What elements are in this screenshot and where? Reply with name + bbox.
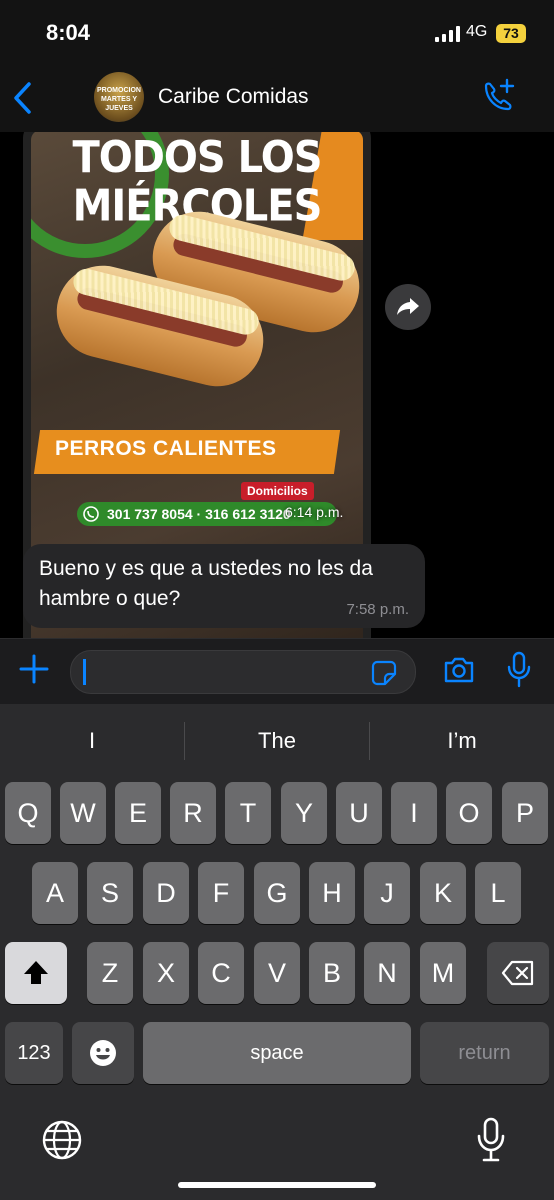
key-h[interactable]: H (309, 862, 355, 924)
message-time: 7:58 p.m. (346, 601, 409, 618)
key-m[interactable]: M (420, 942, 466, 1004)
key-v[interactable]: V (254, 942, 300, 1004)
emoji-icon (90, 1040, 116, 1066)
chat-header: PROMOCION MARTES Y JUEVES Caribe Comidas (0, 64, 554, 133)
network-type: 4G (466, 23, 488, 40)
microphone-icon[interactable] (506, 651, 532, 689)
key-p[interactable]: P (502, 782, 548, 844)
globe-icon[interactable] (40, 1118, 84, 1162)
message-input-bar (0, 638, 554, 705)
image-message-time: 6:14 p.m. (285, 504, 344, 520)
key-l[interactable]: L (475, 862, 521, 924)
message-input[interactable] (70, 650, 416, 694)
plus-icon[interactable] (18, 653, 50, 685)
incoming-text-message[interactable]: Bueno y es que a ustedes no les da hambr… (23, 544, 425, 628)
prediction-1[interactable]: I (0, 704, 184, 778)
shift-key[interactable] (5, 942, 67, 1004)
return-key[interactable]: return (420, 1022, 549, 1084)
delivery-badge: Domicilios (241, 482, 314, 500)
key-b[interactable]: B (309, 942, 355, 1004)
add-call-icon[interactable] (480, 78, 518, 116)
camera-icon[interactable] (442, 653, 476, 687)
key-y[interactable]: Y (281, 782, 327, 844)
key-z[interactable]: Z (87, 942, 133, 1004)
keyboard: I The I’m Q W E R T Y U I O P A S D F G … (0, 704, 554, 1200)
contact-avatar[interactable]: PROMOCION MARTES Y JUEVES (94, 72, 144, 122)
signal-icon (435, 26, 460, 42)
key-t[interactable]: T (225, 782, 271, 844)
chat-area[interactable]: TODOS LOS MIÉRCOLES PERROS CALIENTES Dom… (0, 132, 554, 638)
key-r[interactable]: R (170, 782, 216, 844)
forward-button[interactable] (385, 284, 431, 330)
key-n[interactable]: N (364, 942, 410, 1004)
whatsapp-icon (83, 506, 99, 522)
prediction-3[interactable]: I’m (370, 704, 554, 778)
key-i[interactable]: I (391, 782, 437, 844)
key-s[interactable]: S (87, 862, 133, 924)
key-w[interactable]: W (60, 782, 106, 844)
key-f[interactable]: F (198, 862, 244, 924)
key-a[interactable]: A (32, 862, 78, 924)
numbers-key[interactable]: 123 (5, 1022, 63, 1084)
key-e[interactable]: E (115, 782, 161, 844)
chat-title[interactable]: Caribe Comidas (158, 85, 309, 109)
key-g[interactable]: G (254, 862, 300, 924)
key-o[interactable]: O (446, 782, 492, 844)
flyer-banner-text: PERROS CALIENTES (55, 437, 277, 460)
emoji-key[interactable] (72, 1022, 134, 1084)
sticker-icon[interactable] (371, 660, 397, 686)
back-chevron-icon[interactable] (8, 80, 38, 116)
backspace-key[interactable] (487, 942, 549, 1004)
status-time: 8:04 (46, 20, 91, 45)
dictation-microphone-icon[interactable] (476, 1116, 506, 1164)
home-indicator (178, 1182, 376, 1188)
key-d[interactable]: D (143, 862, 189, 924)
avatar-logo-text: PROMOCION MARTES Y JUEVES (97, 87, 141, 112)
battery-indicator: 73 (496, 24, 526, 43)
text-cursor (83, 659, 86, 685)
key-x[interactable]: X (143, 942, 189, 1004)
key-q[interactable]: Q (5, 782, 51, 844)
forward-arrow-icon (397, 298, 419, 315)
key-j[interactable]: J (364, 862, 410, 924)
key-k[interactable]: K (420, 862, 466, 924)
shift-arrow-icon (24, 961, 48, 984)
key-u[interactable]: U (336, 782, 382, 844)
status-bar: 8:04 4G 73 (0, 0, 554, 64)
space-key[interactable]: space (143, 1022, 411, 1084)
prediction-2[interactable]: The (185, 704, 369, 778)
key-c[interactable]: C (198, 942, 244, 1004)
backspace-icon (501, 960, 534, 986)
